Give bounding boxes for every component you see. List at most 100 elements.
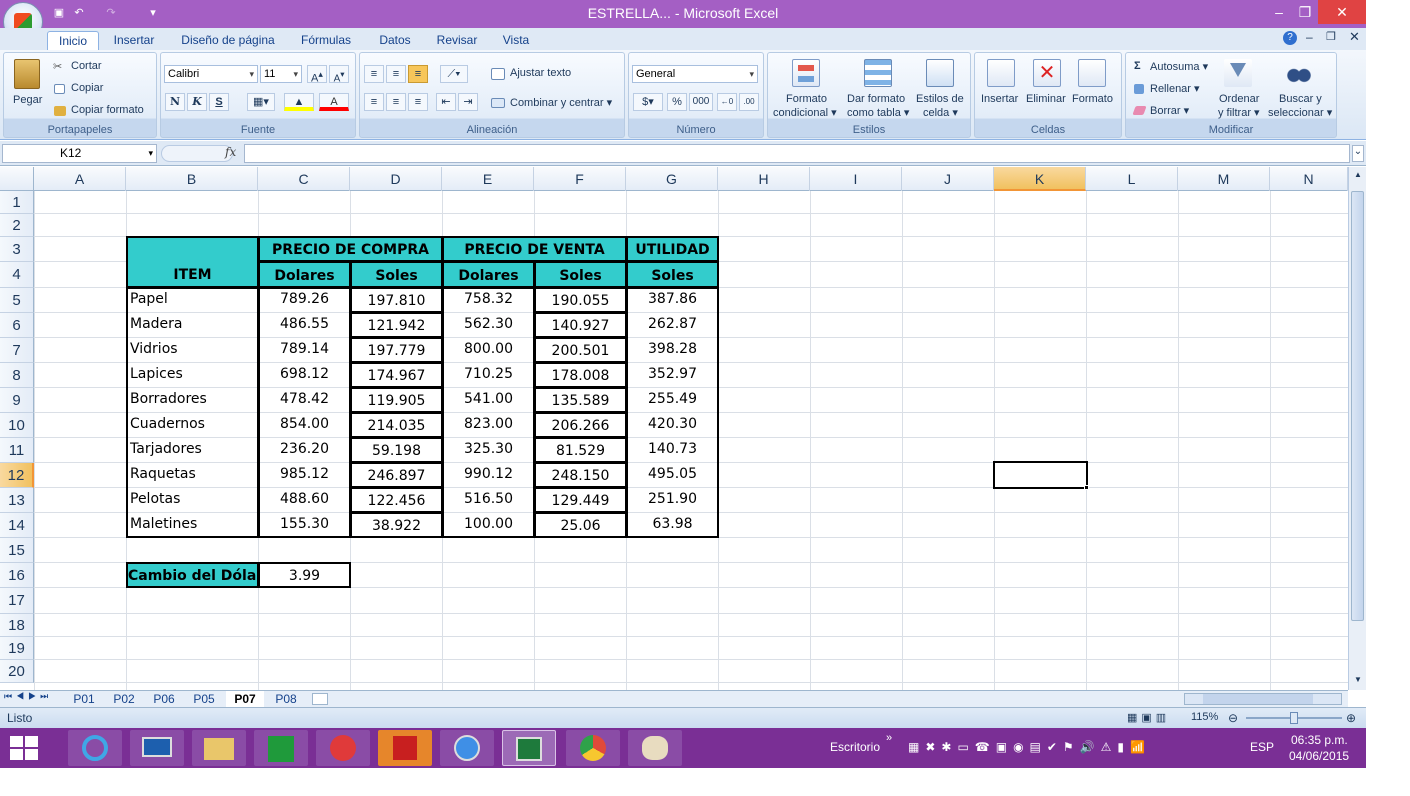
col-header-h[interactable]: H	[718, 167, 810, 191]
clock-date[interactable]: 04/06/2015	[1289, 749, 1349, 763]
tab-inicio[interactable]: Inicio	[47, 31, 99, 50]
venta-soles[interactable]: 129.449	[534, 487, 627, 513]
col-header-e[interactable]: E	[442, 167, 534, 191]
paste-icon[interactable]	[14, 59, 40, 89]
font-color-button[interactable]: A	[319, 93, 349, 111]
tray-icons[interactable]: ▦✖✱▭☎▣◉▤✔⚑🔊⚠▮📶	[908, 740, 1151, 754]
row-header-4[interactable]: 4	[0, 262, 34, 288]
header-venta-dolares[interactable]: Dolares	[442, 261, 535, 288]
row-header-18[interactable]: 18	[0, 614, 34, 637]
compra-dolares[interactable]: 478.42	[258, 387, 351, 413]
format-as-table-line1[interactable]: Dar formato	[847, 93, 905, 105]
utilidad-soles[interactable]: 420.30	[626, 412, 719, 438]
align-center-icon[interactable]: ≡	[386, 93, 406, 111]
expand-formula-icon[interactable]: ⌄	[1352, 145, 1364, 162]
scroll-down-icon[interactable]: ▼	[1352, 675, 1364, 687]
fill-button[interactable]: Rellenar ▾	[1150, 82, 1200, 95]
compra-soles[interactable]: 197.810	[350, 287, 443, 313]
customize-qat-icon[interactable]: ▾	[146, 6, 160, 20]
row-header-19[interactable]: 19	[0, 637, 34, 660]
conditional-format-line1[interactable]: Formato	[786, 93, 827, 105]
compra-dolares[interactable]: 155.30	[258, 512, 351, 538]
paint-taskbar-icon[interactable]	[628, 730, 682, 766]
col-header-l[interactable]: L	[1086, 167, 1178, 191]
desktop-toolbar[interactable]: Escritorio	[830, 740, 880, 754]
col-header-c[interactable]: C	[258, 167, 350, 191]
row-header-5[interactable]: 5	[0, 288, 34, 313]
store-taskbar-icon[interactable]	[254, 730, 308, 766]
thousands-button[interactable]: 000	[689, 93, 713, 111]
compra-dolares[interactable]: 854.00	[258, 412, 351, 438]
insert-sheet-icon[interactable]	[312, 693, 328, 705]
venta-dolares[interactable]: 562.30	[442, 312, 535, 338]
header-utilidad[interactable]: UTILIDAD	[626, 236, 719, 262]
ribbon-minimize-icon[interactable]: –	[1306, 30, 1313, 44]
venta-soles[interactable]: 206.266	[534, 412, 627, 438]
venta-soles[interactable]: 190.055	[534, 287, 627, 313]
row-header-16[interactable]: 16	[0, 563, 34, 588]
zoom-in-icon[interactable]: ⊕	[1346, 711, 1356, 725]
select-all-button[interactable]	[0, 167, 34, 191]
venta-soles[interactable]: 200.501	[534, 337, 627, 363]
col-header-d[interactable]: D	[350, 167, 442, 191]
row-header-20[interactable]: 20	[0, 660, 34, 683]
tab-datos[interactable]: Datos	[372, 31, 418, 50]
tab-diseno[interactable]: Diseño de página	[176, 31, 280, 50]
header-precio-compra[interactable]: PRECIO DE COMPRA	[258, 236, 443, 262]
utilidad-soles[interactable]: 495.05	[626, 462, 719, 488]
tab-insertar[interactable]: Insertar	[108, 31, 160, 50]
cell-styles-line2[interactable]: celda ▾	[923, 106, 958, 119]
row-header-17[interactable]: 17	[0, 588, 34, 614]
zoom-level[interactable]: 115%	[1191, 711, 1218, 723]
scroll-up-icon[interactable]: ▲	[1352, 170, 1364, 182]
col-header-g[interactable]: G	[626, 167, 718, 191]
fx-icon[interactable]: fx	[225, 145, 236, 159]
item-name[interactable]: Vidrios	[126, 337, 259, 363]
excel-taskbar-icon[interactable]	[502, 730, 556, 766]
header-compra-soles[interactable]: Soles	[350, 261, 443, 288]
venta-dolares[interactable]: 800.00	[442, 337, 535, 363]
compra-soles[interactable]: 121.942	[350, 312, 443, 338]
font-name-combo[interactable]: Calibri	[164, 65, 258, 83]
chrome-taskbar-icon[interactable]	[566, 730, 620, 766]
sheet-nav-icons[interactable]: ⏮◀▶⏭	[4, 691, 52, 702]
utilidad-soles[interactable]: 63.98	[626, 512, 719, 538]
shrink-font-button[interactable]: A▾	[329, 65, 349, 84]
col-header-a[interactable]: A	[34, 167, 126, 191]
col-header-m[interactable]: M	[1178, 167, 1270, 191]
clear-button[interactable]: Borrar ▾	[1150, 104, 1189, 117]
increase-indent-icon[interactable]: ⇥	[458, 93, 478, 111]
fill-color-button[interactable]: ▲	[284, 93, 314, 111]
item-name[interactable]: Maletines	[126, 512, 259, 538]
item-name[interactable]: Lapices	[126, 362, 259, 388]
compra-dolares[interactable]: 486.55	[258, 312, 351, 338]
col-header-k[interactable]: K	[994, 167, 1086, 191]
col-header-f[interactable]: F	[534, 167, 626, 191]
row-header-10[interactable]: 10	[0, 413, 34, 438]
header-compra-dolares[interactable]: Dolares	[258, 261, 351, 288]
utilidad-soles[interactable]: 140.73	[626, 437, 719, 463]
currency-button[interactable]: $▾	[633, 93, 663, 111]
item-name[interactable]: Papel	[126, 287, 259, 313]
venta-dolares[interactable]: 710.25	[442, 362, 535, 388]
tab-formulas[interactable]: Fórmulas	[296, 31, 356, 50]
help-icon[interactable]: ?	[1283, 31, 1297, 45]
header-precio-venta[interactable]: PRECIO DE VENTA	[442, 236, 627, 262]
app-red-taskbar-icon[interactable]	[316, 730, 370, 766]
cell-styles-line1[interactable]: Estilos de	[916, 93, 964, 105]
row-header-7[interactable]: 7	[0, 338, 34, 363]
worksheet-grid[interactable]: ITEM PRECIO DE COMPRA PRECIO DE VENTA UTILI…	[0, 191, 1348, 690]
venta-dolares[interactable]: 516.50	[442, 487, 535, 513]
horizontal-scroll-thumb[interactable]	[1203, 694, 1313, 704]
item-name[interactable]: Borradores	[126, 387, 259, 413]
venta-soles[interactable]: 81.529	[534, 437, 627, 463]
ie-taskbar-icon[interactable]	[68, 730, 122, 766]
align-top-icon[interactable]: ≡	[364, 65, 384, 83]
item-name[interactable]: Cuadernos	[126, 412, 259, 438]
venta-soles[interactable]: 248.150	[534, 462, 627, 488]
utilidad-soles[interactable]: 255.49	[626, 387, 719, 413]
conditional-format-line2[interactable]: condicional ▾	[773, 106, 837, 119]
workbook-close-icon[interactable]: ✕	[1349, 29, 1360, 45]
fill-handle[interactable]	[1084, 485, 1089, 490]
header-utilidad-soles[interactable]: Soles	[626, 261, 719, 288]
